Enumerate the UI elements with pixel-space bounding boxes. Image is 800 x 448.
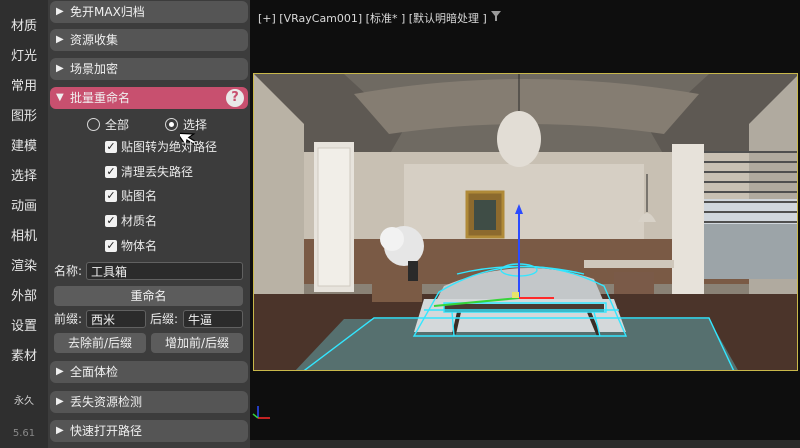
radio-dot-checked <box>165 118 178 131</box>
rollout-missing-resources[interactable]: ▶ 丢失资源检测 <box>50 391 248 413</box>
rollout-label: 资源收集 <box>70 33 119 47</box>
rollout-quick-open-path[interactable]: ▶ 快速打开路径 <box>50 420 248 442</box>
viewport-bottom-bar <box>250 440 800 448</box>
side-nav: 材质 灯光 常用 图形 建模 选择 动画 相机 渲染 外部 设置 素材 永久 5… <box>0 0 48 448</box>
check-absolute-path[interactable]: ✓ 贴图转为绝对路径 <box>105 138 217 156</box>
checkbox-checked: ✓ <box>105 140 117 153</box>
suffix-label: 后缀: <box>150 312 179 326</box>
name-label: 名称: <box>54 264 83 278</box>
rollout-label: 批量重命名 <box>70 91 131 105</box>
viewport-camera[interactable]: [+] [VRayCam001] [标准* ] [默认明暗处理 ] <box>250 0 800 448</box>
radio-all[interactable]: 全部 <box>87 117 129 133</box>
side-item-shape[interactable]: 图形 <box>0 105 48 124</box>
check-label: 贴图名 <box>121 189 158 203</box>
chevron-right-icon: ▶ <box>56 366 64 377</box>
rename-button[interactable]: 重命名 <box>54 286 243 306</box>
radio-label: 全部 <box>105 118 130 132</box>
suffix-input[interactable] <box>183 310 243 328</box>
checkbox-checked: ✓ <box>105 189 117 202</box>
chevron-right-icon: ▶ <box>56 34 64 45</box>
side-item-material[interactable]: 材质 <box>0 15 48 34</box>
rollout-label: 丢失资源检测 <box>70 395 143 409</box>
version-label: 5.61 <box>12 428 36 439</box>
chevron-right-icon: ▶ <box>56 396 64 407</box>
checkbox-checked: ✓ <box>105 214 117 227</box>
license-label: 永久 <box>14 396 34 407</box>
radio-dot <box>87 118 100 131</box>
bedroom-scene-image <box>254 74 797 370</box>
chevron-right-icon: ▶ <box>56 63 64 74</box>
rollout-scene-encrypt[interactable]: ▶ 场景加密 <box>50 58 248 80</box>
scene-render[interactable] <box>253 73 798 371</box>
viewport-label[interactable]: [+] [VRayCam001] [标准* ] [默认明暗处理 ] <box>258 10 487 26</box>
checkbox-checked: ✓ <box>105 165 117 178</box>
checkbox-checked: ✓ <box>105 239 117 252</box>
app-window: 材质 灯光 常用 图形 建模 选择 动画 相机 渲染 外部 设置 素材 永久 5… <box>0 0 800 448</box>
prefix-label: 前缀: <box>54 312 83 326</box>
side-item-animation[interactable]: 动画 <box>0 195 48 214</box>
plugin-panel: ▶ 免开MAX归档 ▶ 资源收集 ▶ 场景加密 ▼ 批量重命名 ? 全部 选择 … <box>48 0 250 448</box>
side-item-render[interactable]: 渲染 <box>0 255 48 274</box>
check-material-name[interactable]: ✓ 材质名 <box>105 212 157 230</box>
rollout-label: 场景加密 <box>70 62 119 76</box>
rollout-resource-collect[interactable]: ▶ 资源收集 <box>50 29 248 51</box>
rollout-label: 快速打开路径 <box>70 424 143 438</box>
prefix-input[interactable] <box>86 310 146 328</box>
side-item-settings[interactable]: 设置 <box>0 315 48 334</box>
side-item-light[interactable]: 灯光 <box>0 45 48 64</box>
add-affix-button[interactable]: 增加前/后缀 <box>151 333 243 353</box>
check-object-name[interactable]: ✓ 物体名 <box>105 237 157 255</box>
filter-icon[interactable] <box>490 10 502 22</box>
rollout-batch-rename[interactable]: ▼ 批量重命名 ? <box>50 87 248 109</box>
check-map-name[interactable]: ✓ 贴图名 <box>105 187 157 205</box>
chevron-down-icon: ▼ <box>56 92 64 103</box>
side-item-assets[interactable]: 素材 <box>0 345 48 364</box>
chevron-right-icon: ▶ <box>56 425 64 436</box>
help-icon[interactable]: ? <box>226 89 244 107</box>
rollout-label: 免开MAX归档 <box>70 5 145 19</box>
chevron-right-icon: ▶ <box>56 6 64 17</box>
check-label: 物体名 <box>121 239 158 253</box>
side-item-modeling[interactable]: 建模 <box>0 135 48 154</box>
side-item-common[interactable]: 常用 <box>0 75 48 94</box>
remove-affix-button[interactable]: 去除前/后缀 <box>54 333 146 353</box>
gizmo-axis-icon <box>252 406 270 419</box>
rollout-free-archive[interactable]: ▶ 免开MAX归档 <box>50 1 248 23</box>
side-item-external[interactable]: 外部 <box>0 285 48 304</box>
check-label: 贴图转为绝对路径 <box>121 140 218 154</box>
side-item-select[interactable]: 选择 <box>0 165 48 184</box>
name-input[interactable] <box>86 262 243 280</box>
side-item-camera[interactable]: 相机 <box>0 225 48 244</box>
check-label: 清理丢失路径 <box>121 165 194 179</box>
check-clear-missing[interactable]: ✓ 清理丢失路径 <box>105 163 193 181</box>
check-label: 材质名 <box>121 214 158 228</box>
rollout-label: 全面体检 <box>70 365 119 379</box>
rollout-full-check[interactable]: ▶ 全面体检 <box>50 361 248 383</box>
